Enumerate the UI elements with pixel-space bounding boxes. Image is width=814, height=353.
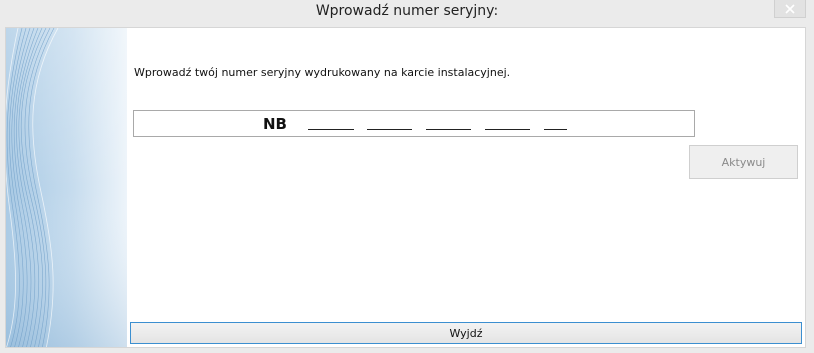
window-title: Wprowadź numer seryjny: (315, 3, 499, 19)
close-icon (785, 3, 795, 14)
instruction-text: Wprowadź twój numer seryjny wydrukowany … (134, 66, 511, 79)
serial-segment-1-input[interactable] (308, 129, 354, 130)
dialog-window: Wprowadź numer seryjny: Wprowadź twój nu… (0, 0, 814, 353)
close-button[interactable] (774, 0, 806, 18)
decorative-wave-banner (6, 28, 127, 347)
serial-segment-4-input[interactable] (485, 129, 530, 130)
exit-button[interactable]: Wyjdź (130, 322, 802, 344)
serial-number-field[interactable]: NB (133, 110, 695, 137)
window-border (806, 27, 814, 353)
dialog-body: Wprowadź twój numer seryjny wydrukowany … (5, 27, 806, 348)
title-bar[interactable]: Wprowadź numer seryjny: (0, 0, 814, 26)
wave-pattern (6, 28, 127, 347)
serial-segment-3-input[interactable] (426, 129, 471, 130)
serial-segment-5-input[interactable] (544, 129, 567, 130)
serial-segment-2-input[interactable] (367, 129, 412, 130)
serial-prefix: NB (263, 115, 287, 133)
activate-button[interactable]: Aktywuj (689, 145, 798, 179)
